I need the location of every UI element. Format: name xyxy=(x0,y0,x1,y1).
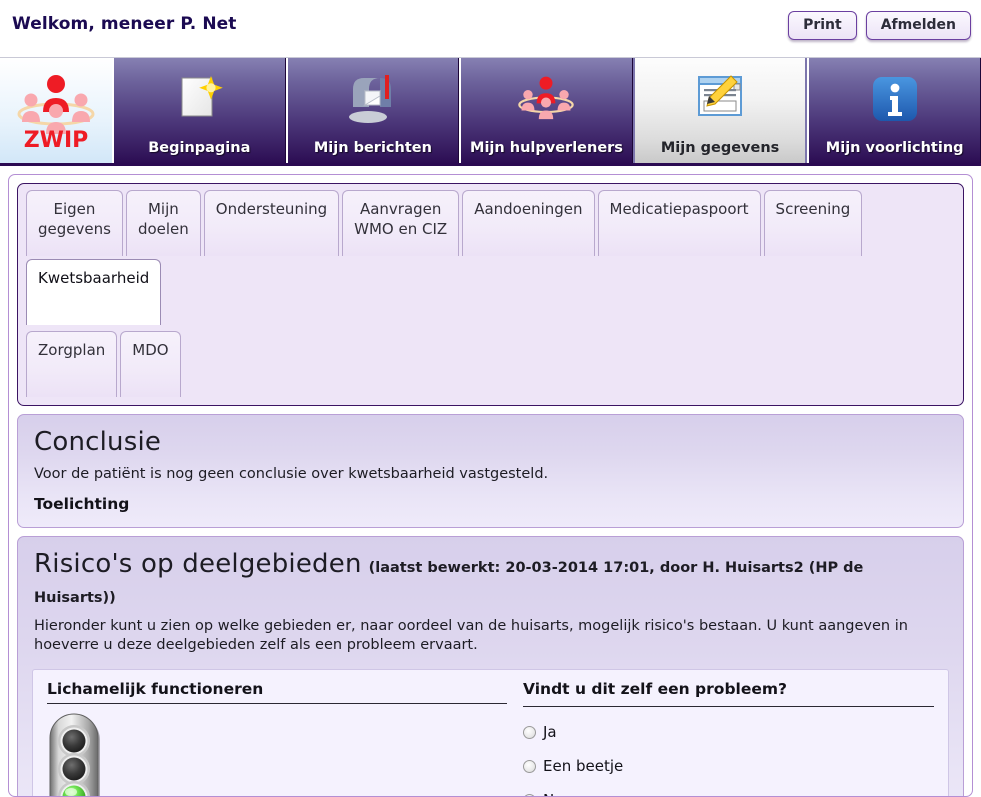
edit-document-icon xyxy=(635,58,806,140)
nav-mijn-gegevens-label: Mijn gegevens xyxy=(660,140,780,156)
subtab-mijn-doelen[interactable]: Mijn doelen xyxy=(125,190,201,256)
radio-option-een-beetje[interactable]: Een beetje xyxy=(523,757,934,775)
subtab-mdo[interactable]: MDO xyxy=(120,331,181,397)
nav-mijn-berichten-label: Mijn berichten xyxy=(313,140,432,156)
conclusie-panel: Conclusie Voor de patiënt is nog geen co… xyxy=(17,414,964,528)
logout-button[interactable]: Afmelden xyxy=(865,11,971,40)
page-body: Eigen gegevens Mijn doelen Ondersteuning… xyxy=(0,166,981,797)
page-header: Welkom, meneer P. Net Print Afmelden xyxy=(0,0,981,58)
nav-mijn-hulpverleners[interactable]: Mijn hulpverleners xyxy=(459,58,633,163)
welcome-message: Welkom, meneer P. Net xyxy=(12,14,237,34)
radio-label-ja: Ja xyxy=(543,723,557,742)
radio-dot-nee[interactable] xyxy=(523,793,536,796)
zwip-logo[interactable]: ZWIP xyxy=(0,58,112,163)
mailbox-icon xyxy=(288,58,459,140)
nav-mijn-gegevens[interactable]: Mijn gegevens xyxy=(632,58,808,163)
nav-mijn-hulpverleners-label: Mijn hulpverleners xyxy=(470,140,623,156)
nav-mijn-berichten[interactable]: Mijn berichten xyxy=(285,58,460,163)
risk-domain-label: Lichamelijk functioneren xyxy=(47,680,507,705)
main-nav-buttons: Beginpagina Mijn berichten Mijn hulpverl… xyxy=(112,58,981,163)
subtab-aandoeningen[interactable]: Aandoeningen xyxy=(462,190,595,256)
radio-option-ja[interactable]: Ja xyxy=(523,723,934,741)
content-container: Eigen gegevens Mijn doelen Ondersteuning… xyxy=(8,174,973,797)
nav-mijn-voorlichting[interactable]: Mijn voorlichting xyxy=(807,58,981,163)
people-group-icon: ZWIP xyxy=(17,74,95,150)
risk-question-right: Vindt u dit zelf een probleem? Ja Een be… xyxy=(507,680,934,796)
nav-beginpagina[interactable]: Beginpagina xyxy=(112,58,286,163)
risk-domain-left: Lichamelijk functioneren xyxy=(47,680,507,796)
nav-mijn-voorlichting-label: Mijn voorlichting xyxy=(825,140,964,156)
subtab-ondersteuning[interactable]: Ondersteuning xyxy=(203,190,340,256)
radio-dot-ja[interactable] xyxy=(523,725,536,739)
radio-label-nee: Nee xyxy=(543,791,573,796)
subtab-eigen-gegevens[interactable]: Eigen gegevens xyxy=(26,190,123,256)
conclusie-body: Voor de patiënt is nog geen conclusie ov… xyxy=(34,466,549,482)
radio-option-nee[interactable]: Nee xyxy=(523,791,934,796)
subtab-screening[interactable]: Screening xyxy=(763,190,863,256)
risico-panel: Risico's op deelgebieden (laatst bewerkt:… xyxy=(17,535,964,796)
print-button[interactable]: Print xyxy=(788,11,857,40)
new-page-icon xyxy=(114,58,285,140)
risico-title: Risico's op deelgebieden (laatst bewerkt:… xyxy=(34,549,949,609)
toelichting-heading: Toelichting xyxy=(34,494,130,513)
subtab-medicatiepaspoort[interactable]: Medicatiepaspoort xyxy=(597,190,761,256)
sub-tabs: Eigen gegevens Mijn doelen Ondersteuning… xyxy=(17,183,964,406)
traffic-light-icon xyxy=(47,712,507,796)
people-group-icon xyxy=(461,58,632,140)
conclusie-title: Conclusie xyxy=(34,427,162,457)
risk-domain-row: Lichamelijk functioneren Vindt u dit zel… xyxy=(32,669,949,796)
subtab-zorgplan[interactable]: Zorgplan xyxy=(26,331,118,397)
risk-question-label: Vindt u dit zelf een probleem? xyxy=(523,680,934,708)
subtab-kwetsbaarheid[interactable]: Kwetsbaarheid xyxy=(26,259,162,325)
radio-label-een-beetje: Een beetje xyxy=(543,757,624,776)
main-navigation: ZWIP Beginpagina Mijn berichten Mijn hul… xyxy=(0,58,981,166)
svg-text:ZWIP: ZWIP xyxy=(24,128,89,150)
header-actions: Print Afmelden xyxy=(788,11,971,40)
risico-body: Hieronder kunt u zien op welke gebieden … xyxy=(34,617,908,654)
radio-dot-een-beetje[interactable] xyxy=(523,759,536,773)
subtab-aanvragen-wmo-en-ciz[interactable]: Aanvragen WMO en CIZ xyxy=(342,190,460,256)
info-icon xyxy=(809,58,980,140)
nav-beginpagina-label: Beginpagina xyxy=(148,140,251,156)
risico-title-text: Risico's op deelgebieden xyxy=(34,548,362,579)
